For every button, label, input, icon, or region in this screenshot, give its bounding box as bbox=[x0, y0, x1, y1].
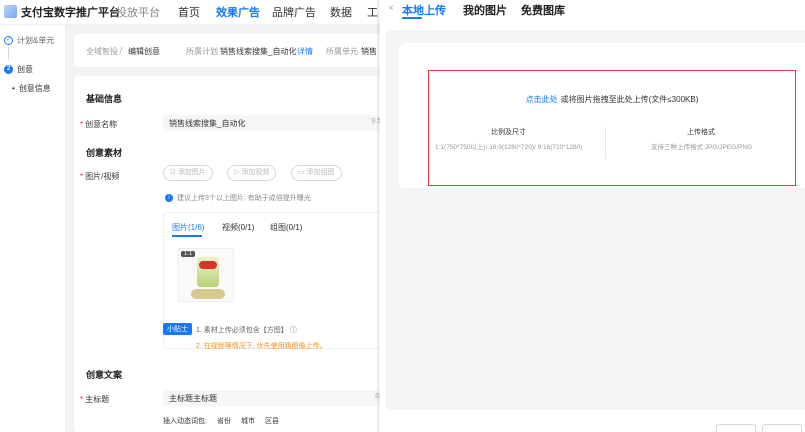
ratio-title: 比例及尺寸 bbox=[491, 129, 526, 136]
ratio-badge: 1:1 bbox=[181, 251, 196, 257]
breadcrumb: 全域智投 / 编辑创意 所属计划 销售线索搜集_自动化 详情 所属单元 销售 bbox=[74, 34, 394, 67]
creative-name-input[interactable]: 销售线索搜集_自动化 9.5 bbox=[163, 115, 385, 131]
platform-logo bbox=[4, 5, 17, 18]
section-title-copy: 创意文案 bbox=[86, 370, 123, 380]
nav-data[interactable]: 数据 bbox=[330, 4, 352, 20]
tip-line-1: 1. 素材上传必须包含【方图】 ⓘ bbox=[196, 327, 297, 334]
click-upload-link[interactable]: 点击此处 bbox=[526, 95, 558, 104]
nav-home[interactable]: 首页 bbox=[178, 4, 200, 20]
upload-hint: i 建议上传3个以上图片, 有助于成倍提升曝光 bbox=[165, 193, 311, 203]
tab-groups[interactable]: 组图(0/1) bbox=[270, 222, 302, 233]
tag-province[interactable]: 省份 bbox=[217, 416, 231, 426]
check-icon: ✓ bbox=[4, 36, 13, 45]
ratio-value: 1:1(750*750以上)/ 16:9(1280*720)/ 9:16(720… bbox=[435, 144, 583, 151]
tab-indicator bbox=[172, 235, 202, 237]
tab-my-images[interactable]: 我的图片 bbox=[463, 2, 507, 18]
nav-brand-ads[interactable]: 品牌广告 bbox=[272, 4, 316, 20]
step-connector bbox=[8, 46, 9, 60]
format-title: 上传格式 bbox=[687, 129, 715, 136]
headline-input[interactable]: 主标题主标题 6. bbox=[163, 390, 385, 406]
section-title-basic: 基础信息 bbox=[86, 94, 123, 104]
name-label: * 创意名称 bbox=[80, 120, 118, 129]
footer-button[interactable] bbox=[716, 424, 756, 432]
upload-dropzone-highlight[interactable]: 点击此处 或将图片拖拽至此处上传(文件≤300KB) 比例及尺寸 1:1(750*… bbox=[428, 70, 796, 186]
step-plan-unit[interactable]: ✓ 计划&单元 bbox=[4, 35, 54, 46]
step-sub-creative-info[interactable]: 创意信息 bbox=[12, 83, 51, 94]
dynamic-words-row: 插入动态词包: 省份 城市 区县 bbox=[163, 416, 279, 426]
creative-form: 基础信息 *创意名称 销售线索搜集_自动化 9.5 创意素材 *图片/视频 ⊡ … bbox=[74, 76, 394, 432]
plan-value: 销售线索搜集_自动化 bbox=[220, 47, 297, 56]
breadcrumb-current: 编辑创意 bbox=[128, 47, 160, 56]
tab-free-gallery[interactable]: 免费图库 bbox=[521, 2, 565, 18]
media-label: * 图片/视频 bbox=[80, 172, 120, 181]
product-logo bbox=[199, 261, 217, 269]
step-label: 创意 bbox=[17, 65, 33, 74]
tag-district[interactable]: 区县 bbox=[265, 416, 279, 426]
input-value: 主标题主标题 bbox=[169, 394, 217, 403]
unit-label: 所属单元 bbox=[326, 47, 358, 56]
add-group-button[interactable]: ▭ 添加组图 bbox=[291, 165, 342, 181]
upload-drawer: × 本地上传 我的图片 免费图库 点击此处 或将图片拖拽至此处上传(文件≤300K… bbox=[380, 0, 805, 432]
column-divider bbox=[605, 127, 606, 159]
product-chips bbox=[191, 289, 225, 299]
section-title-material: 创意素材 bbox=[86, 148, 123, 158]
footer-button[interactable] bbox=[762, 424, 802, 432]
help-icon[interactable]: ⓘ bbox=[290, 327, 297, 334]
tab-videos[interactable]: 视频(0/1) bbox=[222, 222, 254, 233]
tab-indicator bbox=[402, 17, 422, 19]
tab-local-upload[interactable]: 本地上传 bbox=[402, 2, 446, 18]
step-number: 2 bbox=[4, 65, 13, 74]
tab-images[interactable]: 图片(1/6) bbox=[172, 222, 204, 233]
tag-city[interactable]: 城市 bbox=[241, 416, 255, 426]
tip-line-2: 2. 在视频等情况下, 优先使用跳图像上传。 bbox=[196, 343, 327, 350]
headline-label: * 主标题 bbox=[80, 395, 110, 404]
add-video-button[interactable]: ▷ 添加视频 bbox=[227, 165, 277, 181]
step-sidebar: ✓ 计划&单元 2 创意 创意信息 bbox=[0, 25, 66, 432]
breadcrumb-link[interactable]: 全域智投 bbox=[86, 46, 118, 57]
platform-switcher[interactable]: 投放平台 bbox=[116, 4, 160, 20]
image-thumbnail[interactable]: 1:1 bbox=[178, 248, 234, 302]
format-value: 支持三种上传格式 JPG/JPEG/PNG bbox=[651, 144, 753, 151]
close-icon[interactable]: × bbox=[388, 3, 394, 14]
tip-badge: 小贴士 bbox=[163, 323, 192, 335]
unit-value: 销售 bbox=[361, 47, 377, 56]
add-image-button[interactable]: ⊡ 添加图片 bbox=[163, 165, 213, 181]
plan-detail-link[interactable]: 详情 bbox=[297, 46, 313, 57]
brand-title: 支付宝数字推广平台 bbox=[21, 7, 120, 19]
step-label: 计划&单元 bbox=[17, 36, 55, 45]
plan-label: 所属计划 bbox=[186, 47, 218, 56]
step-creative[interactable]: 2 创意 bbox=[4, 64, 33, 75]
dynamic-words-label: 插入动态词包: bbox=[163, 418, 207, 425]
info-icon: i bbox=[165, 194, 173, 202]
upload-instruction: 点击此处 或将图片拖拽至此处上传(文件≤300KB) bbox=[525, 95, 699, 104]
breadcrumb-separator: / bbox=[120, 46, 123, 55]
input-value: 销售线索搜集_自动化 bbox=[169, 119, 246, 128]
nav-performance-ads[interactable]: 效果广告 bbox=[216, 4, 260, 20]
